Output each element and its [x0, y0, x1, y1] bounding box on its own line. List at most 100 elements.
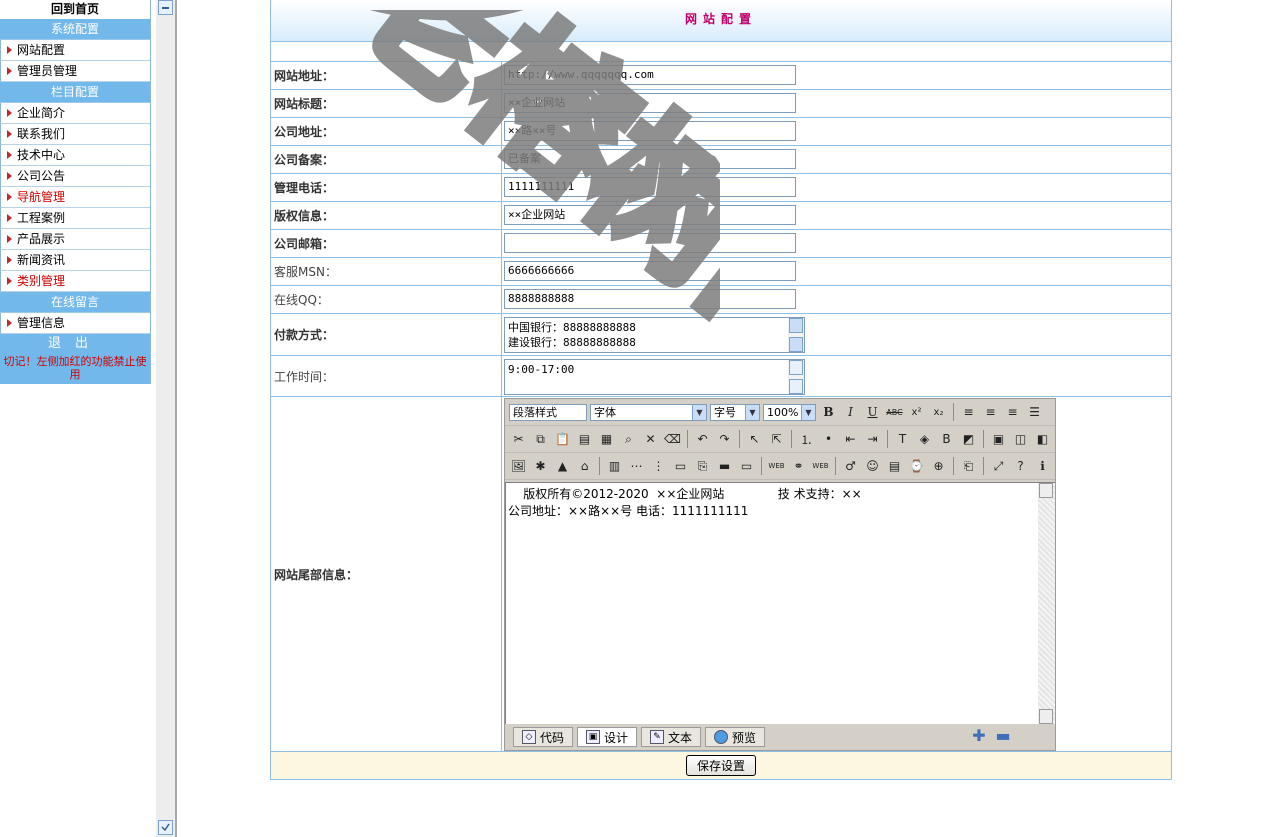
scroll-down-icon[interactable] [789, 379, 803, 394]
company-icp-input[interactable]: 已备案 [504, 149, 796, 169]
text-color-icon[interactable]: T [893, 430, 912, 449]
align-justify-icon[interactable]: ☰ [1025, 403, 1044, 422]
sidebar-item-contact-us[interactable]: 联系我们 [0, 124, 150, 145]
insert-web-icon[interactable]: WEB [767, 457, 786, 476]
insert-page-icon[interactable]: ⎘ [693, 457, 712, 476]
insert-image-icon[interactable]: 🖼 [509, 457, 528, 476]
insert-excel-icon[interactable]: ▤ [885, 457, 904, 476]
sidebar-item-site-config[interactable]: 网站配置 [0, 40, 150, 61]
section-system-config[interactable]: 系统配置 [0, 19, 150, 40]
paragraph-style-select[interactable]: 段落样式 [509, 403, 587, 421]
sidebar-item-products[interactable]: 产品展示 [0, 229, 150, 250]
phone-input[interactable]: 1111111111 [504, 177, 796, 197]
sidebar-item-admin-manage[interactable]: 管理员管理 [0, 61, 150, 82]
select-pointer-icon[interactable]: ↖ [745, 430, 764, 449]
align-left-icon[interactable]: ≡ [959, 403, 978, 422]
company-address-input[interactable]: ××路××号 [504, 121, 796, 141]
section-column-config[interactable]: 栏目配置 [0, 82, 150, 103]
home-link[interactable]: 回到首页 [0, 0, 150, 19]
subscript-icon[interactable]: x₂ [929, 403, 948, 422]
mode-tab-preview[interactable]: 预览 [705, 727, 766, 747]
insert-media-icon[interactable]: ▲ [553, 457, 572, 476]
sidebar-item-company-intro[interactable]: 企业简介 [0, 103, 150, 124]
underline-icon[interactable]: U [863, 403, 882, 422]
unordered-list-icon[interactable]: • [819, 430, 838, 449]
scroll-up-icon[interactable] [789, 360, 803, 375]
scroll-up-icon[interactable] [1039, 483, 1053, 498]
worktime-scrollbar[interactable] [788, 360, 804, 394]
sidebar-item-news[interactable]: 新闻资讯 [0, 250, 150, 271]
frame-splitter[interactable] [156, 0, 177, 837]
paste-word-icon[interactable]: ▦ [597, 430, 616, 449]
logout-button[interactable]: 退出 [0, 334, 150, 354]
insert-row-icon[interactable]: ⋯ [627, 457, 646, 476]
fullscreen-icon[interactable]: ⤢ [989, 457, 1008, 476]
collapse-sidebar-button[interactable] [158, 0, 173, 15]
outdent-icon[interactable]: ⇤ [841, 430, 860, 449]
eraser-icon[interactable]: ⌫ [663, 430, 682, 449]
absolute-position-icon[interactable]: ⇱ [767, 430, 786, 449]
remove-link-icon[interactable]: WEB [811, 457, 830, 476]
paste-icon[interactable]: 📋 [553, 430, 572, 449]
msn-input[interactable]: 6666666666 [504, 261, 796, 281]
insert-marquee-icon[interactable]: ▭ [737, 457, 756, 476]
insert-form-icon[interactable]: ▭ [671, 457, 690, 476]
editor-content-area[interactable]: 版权所有©2012-2020 ××企业网站 技 术支持：×× 公司地址：××路×… [505, 482, 1055, 724]
email-input[interactable] [504, 233, 796, 253]
insert-column-icon[interactable]: ⋮ [649, 457, 668, 476]
section-online-message[interactable]: 在线留言 [0, 292, 150, 313]
remove-format-icon[interactable]: ◩ [959, 430, 978, 449]
bold-icon[interactable]: B [819, 403, 838, 422]
align-center-icon[interactable]: ≡ [981, 403, 1000, 422]
import-word-icon[interactable]: ⎗ [959, 457, 978, 476]
ordered-list-icon[interactable]: ⒈ [797, 430, 816, 449]
mode-tab-text[interactable]: ✎ 文本 [641, 727, 702, 747]
sidebar-item-project-cases[interactable]: 工程案例 [0, 208, 150, 229]
superscript-icon[interactable]: x² [907, 403, 926, 422]
insert-special-char-icon[interactable]: ♂ [841, 457, 860, 476]
background-color-icon[interactable]: B [937, 430, 956, 449]
sidebar-item-tech-center[interactable]: 技术中心 [0, 145, 150, 166]
undo-icon[interactable]: ↶ [693, 430, 712, 449]
copyright-input[interactable]: ××企业网站 [504, 205, 796, 225]
sidebar-item-category-manage[interactable]: 类别管理 [0, 271, 150, 292]
insert-emoticon-icon[interactable]: ☺ [863, 457, 882, 476]
strikethrough-icon[interactable]: ABC [885, 403, 904, 422]
editor-scrollbar[interactable] [1038, 483, 1055, 724]
layer-forward-icon[interactable]: ◫ [1011, 430, 1030, 449]
scroll-up-icon[interactable] [789, 318, 803, 333]
save-settings-button[interactable]: 保存设置 [685, 755, 756, 776]
payment-textarea[interactable]: 中国银行：88888888888 建设银行：88888888888 [504, 317, 805, 353]
site-url-input[interactable]: http://www.qqqqqqq.com [504, 65, 796, 85]
site-title-input[interactable]: ××企业网站 [504, 93, 796, 113]
insert-flash-icon[interactable]: ✱ [531, 457, 550, 476]
insert-link-icon[interactable]: ⚭ [789, 457, 808, 476]
show-borders-icon[interactable]: ▣ [989, 430, 1008, 449]
scroll-down-icon[interactable] [1039, 709, 1053, 724]
payment-scrollbar[interactable] [788, 318, 804, 352]
expand-editor-icon[interactable]: ✚ [971, 728, 987, 745]
sidebar-item-company-notice[interactable]: 公司公告 [0, 166, 150, 187]
copy-icon[interactable]: ⧉ [531, 430, 550, 449]
cut-icon[interactable]: ✂ [509, 430, 528, 449]
font-select[interactable]: 字体 ▼ [590, 403, 707, 421]
qq-input[interactable]: 8888888888 [504, 289, 796, 309]
insert-table-icon[interactable]: ▥ [605, 457, 624, 476]
redo-icon[interactable]: ↷ [715, 430, 734, 449]
indent-icon[interactable]: ⇥ [863, 430, 882, 449]
help-icon[interactable]: ? [1011, 457, 1030, 476]
mode-tab-code[interactable]: ◇ 代码 [513, 727, 574, 747]
insert-time-icon[interactable]: ⊕ [929, 457, 948, 476]
italic-icon[interactable]: I [841, 403, 860, 422]
insert-hr-icon[interactable]: ▬ [715, 457, 734, 476]
sidebar-item-manage-info[interactable]: 管理信息 [0, 313, 150, 334]
scroll-bottom-button[interactable] [158, 820, 173, 835]
scroll-down-icon[interactable] [789, 337, 803, 352]
paste-text-icon[interactable]: ▤ [575, 430, 594, 449]
insert-date-icon[interactable]: ⌚ [907, 457, 926, 476]
layer-backward-icon[interactable]: ◧ [1033, 430, 1052, 449]
find-icon[interactable]: ⌕ [619, 430, 638, 449]
font-size-select[interactable]: 字号 ▼ [710, 403, 760, 421]
insert-file-icon[interactable]: ⌂ [575, 457, 594, 476]
sidebar-item-nav-manage[interactable]: 导航管理 [0, 187, 150, 208]
